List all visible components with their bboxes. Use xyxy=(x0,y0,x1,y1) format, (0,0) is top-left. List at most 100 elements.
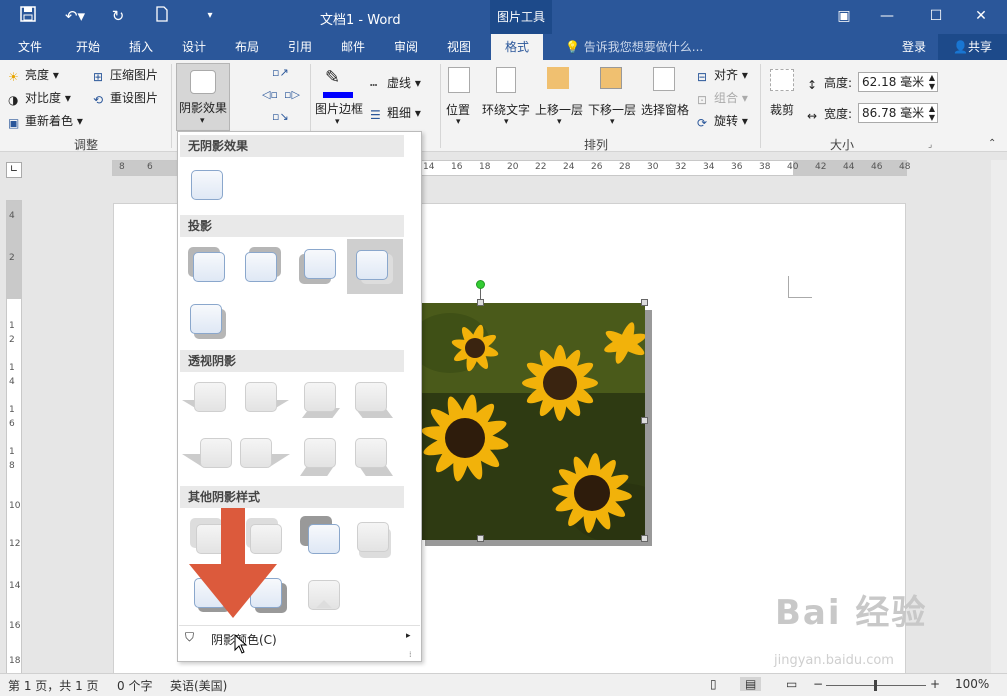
language-indicator[interactable]: 英语(美国) xyxy=(170,677,227,694)
ruler-number: 22 xyxy=(535,162,547,172)
save-icon[interactable] xyxy=(18,6,38,26)
print-layout-icon[interactable]: ▤ xyxy=(740,677,762,691)
maximize-icon[interactable]: ☐ xyxy=(925,5,947,27)
shadow-option-outer-4[interactable] xyxy=(347,239,403,294)
resize-handle-bottom[interactable] xyxy=(477,535,484,542)
ruler-number: 10 xyxy=(9,501,21,511)
person-icon: 👤 xyxy=(953,40,968,54)
tab-insert[interactable]: 插入 xyxy=(129,34,153,60)
weight-button[interactable]: ☰ 粗细 ▾ xyxy=(370,104,421,122)
picture-border-button[interactable]: ✎ 图片边框 ▾ xyxy=(315,65,365,131)
rotate-icon: ⟳ xyxy=(697,116,708,130)
shadow-preview xyxy=(240,438,272,468)
shadow-effects-button[interactable]: 阴影效果 ▾ xyxy=(176,63,230,131)
tab-file[interactable]: 文件 xyxy=(18,34,42,60)
selection-pane-button[interactable]: 选择窗格 xyxy=(641,65,691,131)
selected-picture[interactable] xyxy=(420,303,645,540)
tab-references[interactable]: 引用 xyxy=(288,34,312,60)
shadow-option-perspective-2[interactable] xyxy=(245,382,289,414)
tab-stop-selector[interactable]: ∟ xyxy=(6,162,22,178)
reset-picture-button[interactable]: ⟲ 重设图片 xyxy=(93,89,158,107)
vertical-scrollbar[interactable] xyxy=(991,160,1007,675)
align-button[interactable]: ⊟ 对齐 ▾ xyxy=(697,66,748,84)
shadow-option-other-3[interactable] xyxy=(300,516,340,554)
tab-mailings[interactable]: 邮件 xyxy=(341,34,365,60)
tab-view[interactable]: 视图 xyxy=(447,34,471,60)
rotate-button[interactable]: ⟳ 旋转 ▾ xyxy=(697,112,748,130)
zoom-in-icon[interactable]: + xyxy=(930,677,940,691)
share-button[interactable]: 👤共享 xyxy=(938,34,1007,60)
arrow-head xyxy=(189,564,277,618)
dashes-button[interactable]: ┅ 虚线 ▾ xyxy=(370,74,421,92)
wrap-text-button[interactable]: 环绕文字 ▾ xyxy=(482,65,532,131)
tab-layout[interactable]: 布局 xyxy=(235,34,259,60)
shadow-option-perspective-7[interactable] xyxy=(300,438,336,476)
tab-format[interactable]: 格式 xyxy=(491,34,544,60)
page-count[interactable]: 第 1 页，共 1 页 xyxy=(8,677,99,694)
send-backward-button[interactable]: 下移一层 ▾ xyxy=(588,65,638,131)
vertical-ruler[interactable]: 4 2 1 2 1 4 1 6 1 8 10 12 14 16 18 xyxy=(6,200,22,675)
shadow-option-none[interactable] xyxy=(190,169,224,201)
crop-label: 裁剪 xyxy=(770,103,795,117)
resize-handle-right[interactable] xyxy=(641,417,648,424)
shadow-option-outer-3[interactable] xyxy=(299,249,336,284)
nudge-up-icon: ▫↗ xyxy=(272,66,289,79)
shadow-option-outer-2[interactable] xyxy=(245,247,281,282)
crop-button[interactable]: 裁剪 xyxy=(766,65,802,131)
spinner-icon[interactable]: ▲ ▼ xyxy=(929,73,935,91)
quick-access-customize-icon[interactable]: ▾ xyxy=(200,6,220,26)
compress-pictures-button[interactable]: ⊞ 压缩图片 xyxy=(93,66,158,84)
resize-grip-icon[interactable]: ⁞ xyxy=(409,650,412,659)
submenu-arrow-icon: ▸ xyxy=(406,631,411,641)
tab-design[interactable]: 设计 xyxy=(182,34,206,60)
resize-handle-top-right[interactable] xyxy=(641,299,648,306)
section-perspective-shadow: 透视阴影 xyxy=(180,350,404,372)
new-document-icon[interactable] xyxy=(152,6,172,26)
web-layout-icon[interactable]: ▭ xyxy=(786,677,797,691)
tab-review[interactable]: 审阅 xyxy=(394,34,418,60)
word-count[interactable]: 0 个字 xyxy=(117,677,152,694)
shadow-option-perspective-6[interactable] xyxy=(240,438,290,470)
read-mode-icon[interactable]: ▯ xyxy=(710,677,717,691)
width-input[interactable]: 86.78 毫米 ▲ ▼ xyxy=(858,103,938,123)
rotate-handle[interactable] xyxy=(476,280,485,289)
height-input[interactable]: 62.18 毫米 ▲ ▼ xyxy=(858,72,938,92)
shadow-option-perspective-8[interactable] xyxy=(355,438,393,476)
shadow-option-other-4[interactable] xyxy=(357,522,391,558)
nudge-left-icon: ◁▫ xyxy=(262,88,278,101)
bring-forward-button[interactable]: 上移一层 ▾ xyxy=(535,65,585,131)
recolor-button[interactable]: ▣ 重新着色 ▾ xyxy=(8,112,83,130)
dialog-launcher-icon[interactable]: ⌟ xyxy=(928,140,932,150)
redo-icon[interactable]: ↻ xyxy=(108,6,128,26)
tab-home[interactable]: 开始 xyxy=(76,34,100,60)
shadow-nudge-controls[interactable]: ▫↗ ◁▫ ▫▷ ▫↘ xyxy=(262,66,302,132)
shadow-option-perspective-1[interactable] xyxy=(182,382,226,414)
shadow-option-outer-5[interactable] xyxy=(190,304,226,339)
minimize-icon[interactable]: — xyxy=(876,5,898,27)
shadow-option-perspective-3[interactable] xyxy=(302,382,340,418)
close-icon[interactable]: ✕ xyxy=(970,5,992,27)
login-link[interactable]: 登录 xyxy=(902,34,926,60)
zoom-level[interactable]: 100% xyxy=(955,677,989,691)
tell-me-box[interactable]: 💡 告诉我您想要做什么... xyxy=(565,34,703,60)
ribbon-display-icon[interactable]: ▣ xyxy=(833,5,855,27)
collapse-ribbon-icon[interactable]: ⌃ xyxy=(988,138,996,149)
zoom-out-icon[interactable]: − xyxy=(813,677,823,691)
shadow-color-menu-item[interactable]: ⛉ 阴影颜色(C) ▸ xyxy=(179,625,420,649)
zoom-slider-thumb[interactable] xyxy=(874,680,877,691)
undo-icon[interactable]: ↶▾ xyxy=(60,6,90,26)
bring-forward-icon xyxy=(547,67,569,89)
shadow-option-other-7[interactable] xyxy=(306,578,340,610)
contrast-button[interactable]: ◑ 对比度 ▾ xyxy=(8,89,71,107)
position-button[interactable]: 位置 ▾ xyxy=(444,65,476,131)
shadow-option-outer-1[interactable] xyxy=(188,247,225,282)
group-button[interactable]: ⊡ 组合 ▾ xyxy=(697,89,748,107)
spinner-icon[interactable]: ▲ ▼ xyxy=(929,104,935,122)
shadow-option-perspective-4[interactable] xyxy=(355,382,393,418)
resize-handle-top[interactable] xyxy=(477,299,484,306)
resize-handle-bottom-right[interactable] xyxy=(641,535,648,542)
brightness-button[interactable]: ☀ 亮度 ▾ xyxy=(8,66,59,84)
ruler-number: 20 xyxy=(507,162,519,172)
mouse-pointer-icon xyxy=(234,634,248,654)
shadow-option-perspective-5[interactable] xyxy=(182,438,232,470)
